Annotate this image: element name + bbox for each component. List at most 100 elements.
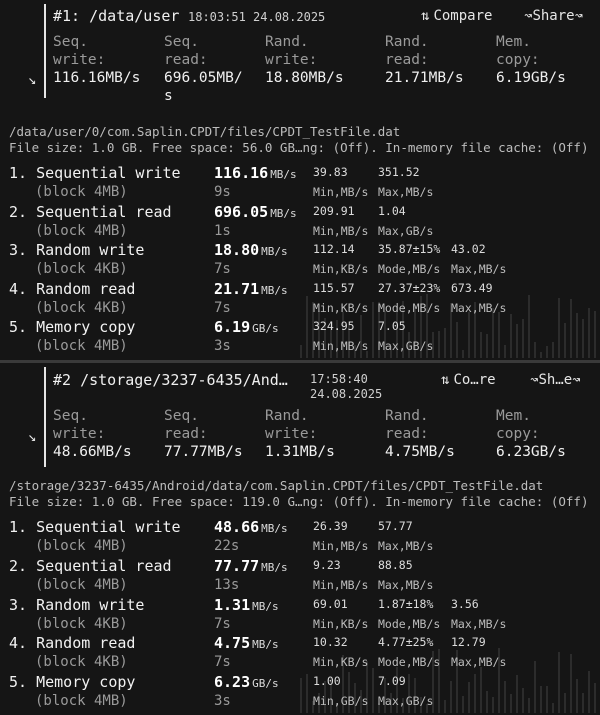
stat-max: 351.52 <box>378 165 420 179</box>
test-duration: 7s <box>214 300 231 316</box>
stat-mode: 35.87±15% <box>378 242 441 256</box>
stat-min: 115.57 <box>313 281 355 295</box>
stat-mode-label: Mode,MB/s <box>378 655 441 669</box>
share-button[interactable]: ↝Sh…e↝ <box>530 372 581 388</box>
test-value: 1.31 MB/s <box>214 596 279 614</box>
test-name: 3. Random write <box>9 596 145 614</box>
test-duration: 22s <box>214 538 240 554</box>
result-panel-1: ↘ #1: /data/user 18:03:51 24.08.2025 ⇅ Co… <box>0 0 600 360</box>
result-header[interactable]: ↘ #1: /data/user 18:03:51 24.08.2025 ⇅ Co… <box>0 0 600 110</box>
test-file-path: /storage/3237-6435/Android/data/com.Sapl… <box>9 478 544 493</box>
stat-min-label: Min,KB/s <box>313 655 369 669</box>
expand-arrow-icon[interactable]: ↘ <box>28 429 36 445</box>
stat-max: 1.04 <box>378 204 406 218</box>
stat-max: 57.77 <box>378 519 413 533</box>
stat-min: 10.32 <box>313 635 348 649</box>
stat-min-label: Min,KB/s <box>313 617 369 631</box>
test-name: 5. Memory copy <box>9 673 136 691</box>
stat-min: 26.39 <box>313 519 348 533</box>
stat-max-label: Max,GB/s <box>378 339 434 353</box>
stat-min: 39.83 <box>313 165 348 179</box>
test-value: 77.77 MB/s <box>214 557 288 575</box>
stat-min-label: Min,MB/s <box>313 539 369 553</box>
test-name: 1. Sequential write <box>9 164 181 182</box>
result-title: #1: /data/user <box>53 7 180 25</box>
test-row-seq-read: 2. Sequential read (block 4MB) 696.05 MB/… <box>0 203 600 241</box>
summary-seq-read: Seq. read: 77.77MB/s <box>164 408 243 460</box>
stat-mode: 1.87±18% <box>378 597 434 611</box>
result-header[interactable]: ↘ #2 /storage/3237-6435/And… 17:58:40 24.… <box>0 363 600 473</box>
test-name: 5. Memory copy <box>9 318 136 336</box>
summary-seq-write: Seq. write: 116.16MB/s <box>53 34 141 86</box>
compare-button[interactable]: ⇅ Co…re <box>441 372 496 388</box>
stat-min-label: Min,KB/s <box>313 262 369 276</box>
test-name: 4. Random read <box>9 634 136 652</box>
test-name: 4. Random read <box>9 280 136 298</box>
test-name: 1. Sequential write <box>9 518 181 536</box>
expand-arrow-icon[interactable]: ↘ <box>28 72 36 88</box>
stat-min: 69.01 <box>313 597 348 611</box>
test-value: 21.71 MB/s <box>214 280 288 298</box>
stat-max: 7.05 <box>378 319 406 333</box>
stat-min: 324.95 <box>313 319 355 333</box>
test-name: 3. Random write <box>9 241 145 259</box>
summary-seq-write: Seq. write: 48.66MB/s <box>53 408 132 460</box>
test-row-seq-write: 1. Sequential write (block 4MB) 48.66 MB/… <box>0 518 600 556</box>
stat-mode-label: Mode,MB/s <box>378 262 441 276</box>
test-name: 2. Sequential read <box>9 203 172 221</box>
header-accent-bar <box>44 4 46 98</box>
test-block: (block 4KB) <box>35 261 128 277</box>
test-block: (block 4MB) <box>35 338 128 354</box>
stat-min-label: Min,GB/s <box>313 694 369 708</box>
compare-button[interactable]: ⇅ Compare <box>421 8 492 24</box>
stat-min-label: Min,MB/s <box>313 185 369 199</box>
stat-max-label: Max,MB/s <box>378 185 434 199</box>
stat-max-label: Max,MB/s <box>451 655 507 669</box>
stat-min: 112.14 <box>313 242 355 256</box>
test-duration: 9s <box>214 184 231 200</box>
header-accent-bar <box>44 367 46 467</box>
stat-mode-label: Mode,MB/s <box>378 301 441 315</box>
test-value: 6.19 GB/s <box>214 318 279 336</box>
test-duration: 7s <box>214 261 231 277</box>
result-panel-2: ↘ #2 /storage/3237-6435/And… 17:58:40 24.… <box>0 363 600 715</box>
test-value: 696.05 MB/s <box>214 203 297 221</box>
result-timestamp: 18:03:51 24.08.2025 <box>188 10 326 24</box>
stat-max-label: Max,MB/s <box>378 578 434 592</box>
stat-max-label: Max,MB/s <box>451 301 507 315</box>
stat-max-label: Max,MB/s <box>451 617 507 631</box>
test-duration: 3s <box>214 693 231 709</box>
stat-min: 209.91 <box>313 204 355 218</box>
test-row-rand-read: 4. Random read (block 4KB) 4.75 MB/s 7s 1… <box>0 634 600 672</box>
summary-rand-write: Rand. write: 18.80MB/s <box>265 34 344 86</box>
test-row-mem-copy: 5. Memory copy (block 4MB) 6.19 GB/s 3s 3… <box>0 318 600 356</box>
test-duration: 3s <box>214 338 231 354</box>
test-block: (block 4MB) <box>35 223 128 239</box>
file-info: File size: 1.0 GB. Free space: 56.0 GB…n… <box>9 140 589 155</box>
stat-mode: 27.37±23% <box>378 281 441 295</box>
test-value: 4.75 MB/s <box>214 634 279 652</box>
test-duration: 7s <box>214 654 231 670</box>
stat-min: 9.23 <box>313 558 341 572</box>
stat-mode-label: Mode,MB/s <box>378 617 441 631</box>
test-block: (block 4KB) <box>35 654 128 670</box>
stat-max-label: Max,MB/s <box>378 539 434 553</box>
stat-max: 88.85 <box>378 558 413 572</box>
stat-mode: 4.77±25% <box>378 635 434 649</box>
stat-max-label: Max,MB/s <box>451 262 507 276</box>
test-name: 2. Sequential read <box>9 557 172 575</box>
result-timestamp: 17:58:40 24.08.2025 <box>310 372 383 401</box>
test-row-seq-read: 2. Sequential read (block 4MB) 77.77 MB/s… <box>0 557 600 595</box>
stat-min-label: Min,MB/s <box>313 339 369 353</box>
test-block: (block 4KB) <box>35 300 128 316</box>
stat-max: 3.56 <box>451 597 479 611</box>
test-duration: 13s <box>214 577 240 593</box>
test-duration: 1s <box>214 223 231 239</box>
test-value: 116.16 MB/s <box>214 164 297 182</box>
test-row-mem-copy: 5. Memory copy (block 4MB) 6.23 GB/s 3s 1… <box>0 673 600 711</box>
share-button[interactable]: ↝Share↝ <box>524 8 583 24</box>
stat-max-label: Max,GB/s <box>378 694 434 708</box>
test-block: (block 4KB) <box>35 616 128 632</box>
test-block: (block 4MB) <box>35 693 128 709</box>
stat-max: 12.79 <box>451 635 486 649</box>
